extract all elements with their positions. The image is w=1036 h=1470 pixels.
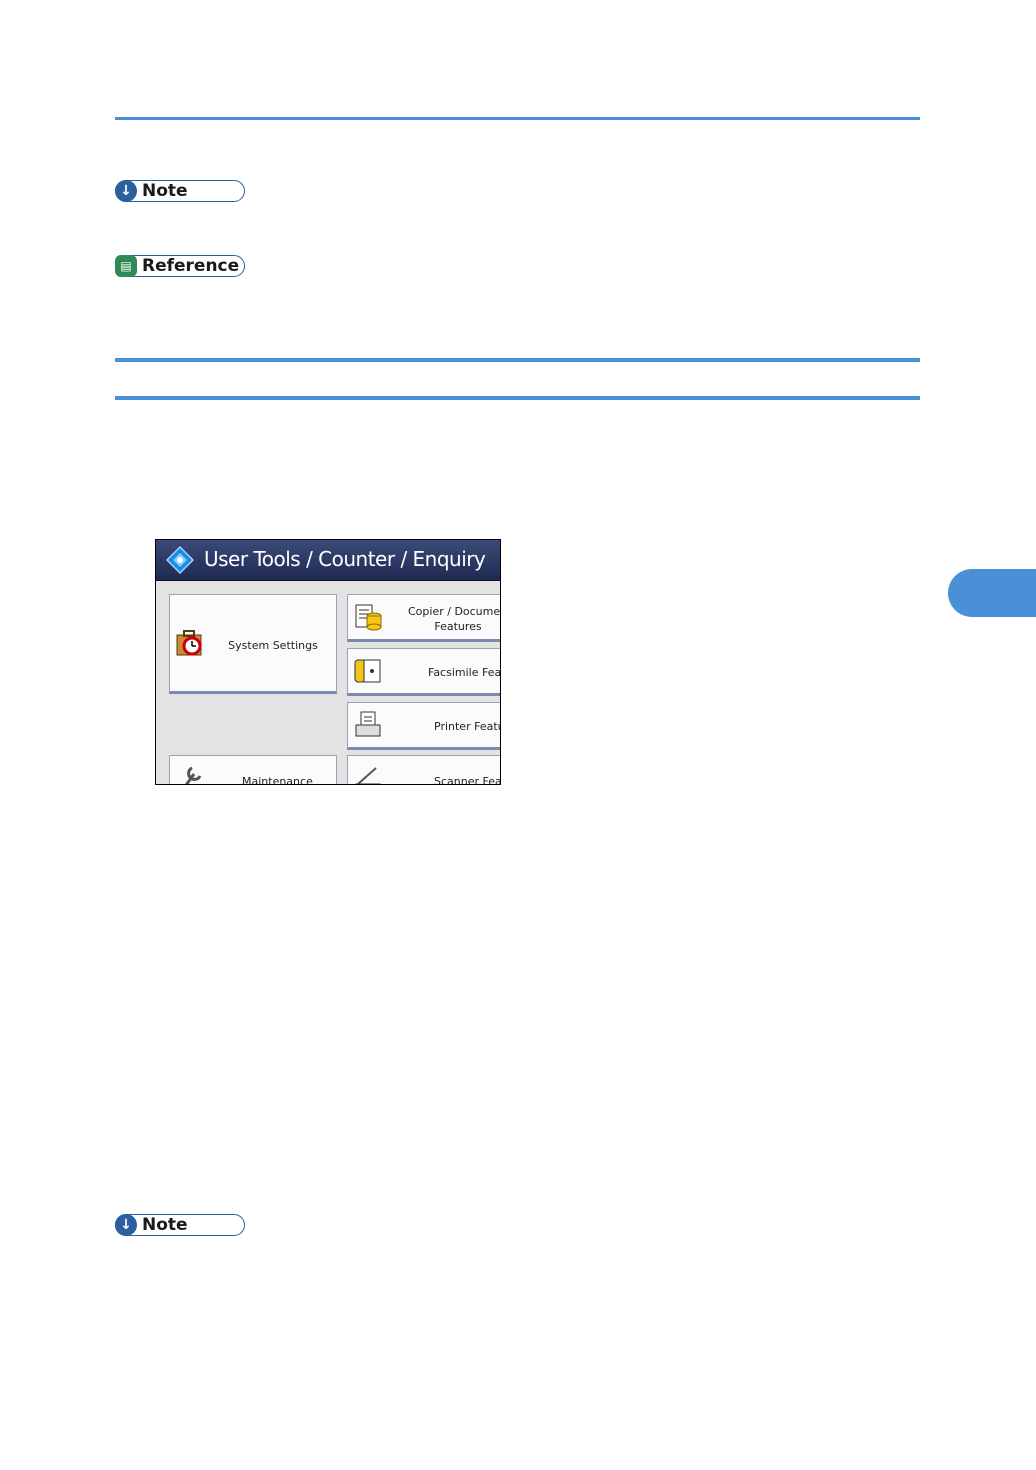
down-arrow-icon: ↓ <box>115 1214 137 1236</box>
note-badge: ↓ Note <box>115 180 245 202</box>
system-settings-button[interactable]: System Settings <box>169 594 337 694</box>
note-label: Note <box>142 181 188 201</box>
section-rule-bottom <box>115 396 920 400</box>
copier-label-line1: Copier / Document <box>408 605 501 618</box>
note-badge-2: ↓ Note <box>115 1214 245 1236</box>
fax-icon <box>354 659 381 683</box>
facsimile-label: Facsimile Features <box>428 666 501 679</box>
maintenance-label: Maintenance <box>242 775 313 785</box>
chapter-tab <box>948 569 1036 617</box>
copier-document-features-button[interactable]: Copier / Document Features <box>347 594 501 642</box>
book-icon: ▤ <box>115 255 137 277</box>
printer-features-button[interactable]: Printer Features <box>347 702 500 750</box>
wrench-icon <box>185 766 202 784</box>
printer-label: Printer Features <box>434 720 500 733</box>
scanner-features-button[interactable]: Scanner Features <box>347 755 500 785</box>
maintenance-button[interactable]: Maintenance <box>169 755 337 785</box>
down-arrow-icon: ↓ <box>115 180 137 202</box>
scanner-label: Scanner Features <box>434 775 500 785</box>
clock-briefcase-icon <box>176 630 202 656</box>
section-rule-top <box>115 358 920 362</box>
note-label-2: Note <box>142 1215 188 1235</box>
user-tools-logo-icon <box>166 546 194 574</box>
screen-title: User Tools / Counter / Enquiry <box>204 547 486 571</box>
copier-label-line2: Features <box>434 620 482 633</box>
copier-label: Copier / Document Features <box>408 604 501 634</box>
facsimile-features-button[interactable]: Facsimile Features <box>347 648 501 696</box>
system-settings-label: System Settings <box>228 639 318 652</box>
user-tools-screenshot: User Tools / Counter / Enquiry System Se… <box>155 539 501 785</box>
printer-icon <box>355 711 381 737</box>
reference-badge: ▤ Reference <box>115 255 245 277</box>
reference-label: Reference <box>142 256 240 276</box>
copier-icon <box>355 604 382 631</box>
title-bar: User Tools / Counter / Enquiry <box>156 540 500 581</box>
header-rule <box>115 117 920 120</box>
scanner-icon <box>355 767 381 784</box>
